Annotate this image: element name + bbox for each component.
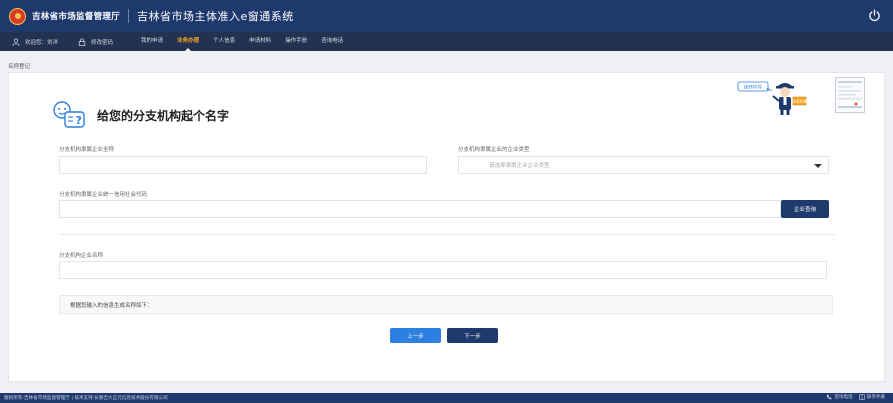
- nav-personal-info[interactable]: 个人信息: [213, 32, 235, 51]
- prev-step-button[interactable]: 上一步: [390, 328, 441, 343]
- branch-name-label: 分支机构企业名称: [59, 253, 104, 259]
- power-icon[interactable]: [868, 9, 881, 22]
- credit-code-input[interactable]: [59, 200, 781, 218]
- form-card: ? 给您的分支机构起个名字 操作向导 业务办理 分支机构隶属企业全称 分支机构隶…: [8, 72, 885, 382]
- national-emblem-icon: [9, 7, 26, 25]
- system-title: 吉林省市场主体准入e窗通系统: [137, 10, 294, 23]
- nav-business[interactable]: 业务办理: [177, 32, 199, 51]
- next-step-button[interactable]: 下一步: [447, 328, 498, 343]
- guide-mascot-icon[interactable]: 操作向导 业务办理: [737, 77, 807, 117]
- mascot-bubble-text: 操作向导: [744, 84, 762, 91]
- generated-name-notice: 根据您输入的信息生成名称如下：: [59, 295, 833, 314]
- top-header: 吉林省市场监督管理厅 吉林省市场主体准入e窗通系统: [0, 0, 893, 32]
- page-title: 给您的分支机构起个名字: [97, 108, 230, 123]
- phone-icon: [826, 394, 832, 400]
- nav-materials[interactable]: 申请材料: [249, 32, 271, 51]
- nav-my-applications[interactable]: 我的申请: [141, 32, 163, 51]
- welcome-text: 欢迎您：刘洋: [25, 39, 59, 46]
- parent-type-select[interactable]: 请选择隶属企业企业类型: [458, 156, 829, 174]
- parent-type-label: 分支机构隶属企业的企业类型: [458, 147, 530, 153]
- form-heading: ? 给您的分支机构起个名字: [51, 99, 229, 131]
- change-password-label: 修改密码: [91, 39, 114, 46]
- copyright-text: 版权所有:吉林省市场监督管理厅 | 技术支持:长春吉大正元信息技术股份有限公司: [4, 396, 168, 401]
- section-divider: [59, 234, 835, 235]
- page-footer: 版权所有:吉林省市场监督管理厅 | 技术支持:长春吉大正元信息技术股份有限公司 …: [0, 393, 893, 403]
- user-icon: [12, 38, 20, 46]
- branch-name-input[interactable]: [59, 261, 827, 279]
- company-query-button[interactable]: 企业查询: [781, 200, 829, 218]
- main-nav: 欢迎您：刘洋 修改密码 我的申请 业务办理 个人信息 申请材料 操作手册 咨询电…: [0, 32, 893, 51]
- svg-text:?: ?: [76, 114, 82, 127]
- change-password-link[interactable]: 修改密码: [78, 38, 113, 46]
- lock-icon: [78, 38, 86, 46]
- footer-hotline-link[interactable]: 咨询电话: [834, 394, 852, 400]
- credit-code-label: 分支机构隶属企业统一信用社会代码: [59, 192, 148, 198]
- parent-name-label: 分支机构隶属企业全称: [59, 147, 115, 153]
- parent-type-placeholder: 请选择隶属企业企业类型: [489, 163, 550, 169]
- nav-user[interactable]: 欢迎您：刘洋: [12, 38, 58, 46]
- mascot-sign-text: 业务办理: [793, 99, 807, 104]
- breadcrumb: 名称登记: [8, 64, 31, 70]
- footer-links: 咨询电话 操作手册: [826, 394, 885, 400]
- org-name: 吉林省市场监督管理厅: [32, 12, 121, 22]
- nav-menu: 我的申请 业务办理 个人信息 申请材料 操作手册 咨询电话: [141, 32, 357, 51]
- caret-down-icon: [814, 164, 822, 168]
- book-icon: [858, 394, 865, 400]
- title-separator: [128, 9, 130, 23]
- nav-manual[interactable]: 操作手册: [285, 32, 307, 51]
- nav-hotline[interactable]: 咨询电话: [321, 32, 343, 51]
- parent-name-input[interactable]: [59, 156, 427, 174]
- question-chat-icon: ?: [53, 101, 85, 128]
- screen-preview-thumbnail[interactable]: [835, 77, 865, 113]
- footer-manual-link[interactable]: 操作手册: [867, 394, 885, 400]
